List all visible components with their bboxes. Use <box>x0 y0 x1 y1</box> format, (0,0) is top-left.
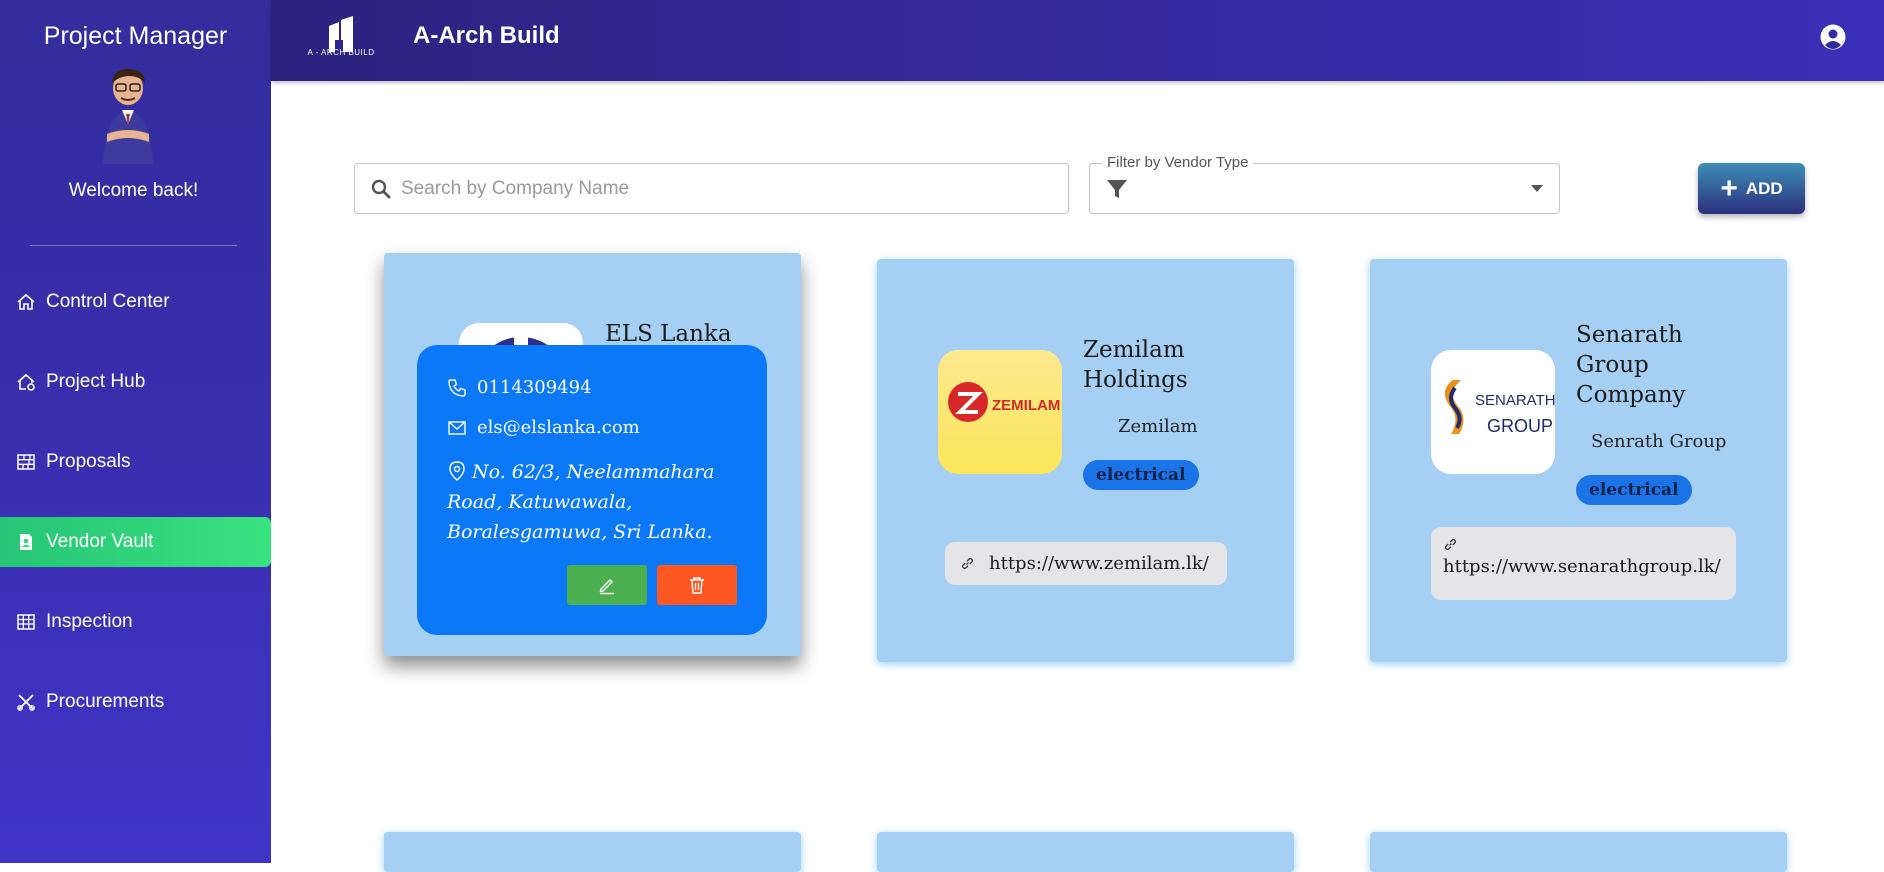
phone-icon <box>448 378 466 397</box>
vendor-url: https://www.senarathgroup.lk/ <box>1443 556 1721 577</box>
filter-funnel-icon <box>1107 180 1127 198</box>
sidebar-item-label: Inspection <box>46 611 133 632</box>
plus-icon: + <box>1720 171 1738 205</box>
sidebar-item-project-hub[interactable]: Project Hub <box>0 357 271 407</box>
welcome-message: Welcome back! <box>68 180 199 201</box>
sidebar-item-inspection[interactable]: Inspection <box>0 597 271 647</box>
vendor-address: No. 62/3, Neelammahara Road, Katuwawala,… <box>447 461 715 543</box>
add-vendor-button[interactable]: + ADD <box>1698 163 1805 214</box>
vendor-type-chip: electrical <box>1576 475 1692 505</box>
home-icon <box>14 290 38 314</box>
mail-icon <box>448 420 466 435</box>
vendor-name: Senarath Group Company <box>1576 322 1686 408</box>
vendor-type-chip: electrical <box>1083 460 1199 490</box>
sidebar: Project Manager Welcome back! Control Ce… <box>0 0 271 863</box>
vendor-card[interactable]: SENARATH GROUP Senarath Group Company Se… <box>1370 259 1787 662</box>
pencil-icon <box>599 579 614 595</box>
vendor-short-name: Senrath Group <box>1591 431 1727 452</box>
logo-text: A - ARCH BUILD <box>307 48 375 57</box>
sidebar-item-control-center[interactable]: Control Center <box>0 277 271 327</box>
sidebar-item-procurements[interactable]: Procurements <box>0 677 271 727</box>
sidebar-item-proposals[interactable]: Proposals <box>0 437 271 487</box>
search-field[interactable] <box>354 163 1069 214</box>
vendor-card[interactable] <box>1370 832 1787 872</box>
link-icon <box>1444 538 1457 551</box>
search-icon <box>371 179 391 198</box>
house-gear-icon <box>14 370 38 394</box>
edit-button[interactable] <box>567 565 647 605</box>
app-title: A-Arch Build <box>413 22 560 49</box>
sidebar-item-vendor-vault[interactable]: Vendor Vault <box>0 517 271 567</box>
vendor-name: Zemilam Holdings <box>1083 337 1188 393</box>
search-input[interactable] <box>401 177 1041 200</box>
senarath-logo-line2: GROUP <box>1487 416 1553 436</box>
vendor-short-name: Zemilam <box>1118 416 1198 437</box>
vendor-phone: 0114309494 <box>477 377 592 398</box>
sidebar-item-label: Procurements <box>46 691 165 712</box>
avatar <box>103 68 153 164</box>
phone-row: 0114309494 <box>447 377 592 398</box>
contact-card-icon <box>14 530 38 554</box>
vendor-card[interactable] <box>877 832 1294 872</box>
vendor-card[interactable]: ZEMILAM Zemilam Holdings Zemilam electri… <box>877 259 1294 662</box>
sidebar-item-label: Vendor Vault <box>46 531 154 552</box>
zemilam-logo-text: ZEMILAM <box>992 397 1060 414</box>
vendor-logo: ZEMILAM <box>938 350 1062 474</box>
vendor-type-filter[interactable]: Filter by Vendor Type <box>1089 154 1560 214</box>
sidebar-item-label: Proposals <box>46 451 131 472</box>
senarath-logo-line1: SENARATH <box>1475 392 1555 409</box>
trash-icon <box>690 577 704 594</box>
sidebar-title: Project Manager <box>43 22 228 50</box>
delete-button[interactable] <box>657 565 737 605</box>
vendor-details-overlay: 0114309494 els@elslanka.com No. 62/3, Ne… <box>417 345 767 635</box>
table-grid-icon <box>14 610 38 634</box>
filter-label: Filter by Vendor Type <box>1102 154 1254 171</box>
link-icon <box>961 557 974 570</box>
vendor-logo: SENARATH GROUP <box>1431 350 1555 474</box>
vendor-url: https://www.zemilam.lk/ <box>989 553 1209 574</box>
sidebar-divider <box>30 245 237 246</box>
account-icon[interactable] <box>1820 24 1846 50</box>
sidebar-item-label: Project Hub <box>46 371 146 392</box>
chevron-down-icon[interactable] <box>1531 185 1543 192</box>
tools-icon <box>14 690 38 714</box>
vendor-website[interactable]: https://www.zemilam.lk/ <box>945 542 1227 585</box>
vendor-email: els@elslanka.com <box>477 417 640 438</box>
brick-wall-icon <box>14 450 38 474</box>
email-row: els@elslanka.com <box>447 417 640 438</box>
sidebar-item-label: Control Center <box>46 291 170 312</box>
vendor-website[interactable]: https://www.senarathgroup.lk/ <box>1431 527 1736 600</box>
vendor-card[interactable] <box>384 832 801 872</box>
add-button-label: ADD <box>1745 178 1783 198</box>
top-app-bar: A - ARCH BUILD A-Arch Build <box>271 0 1884 81</box>
